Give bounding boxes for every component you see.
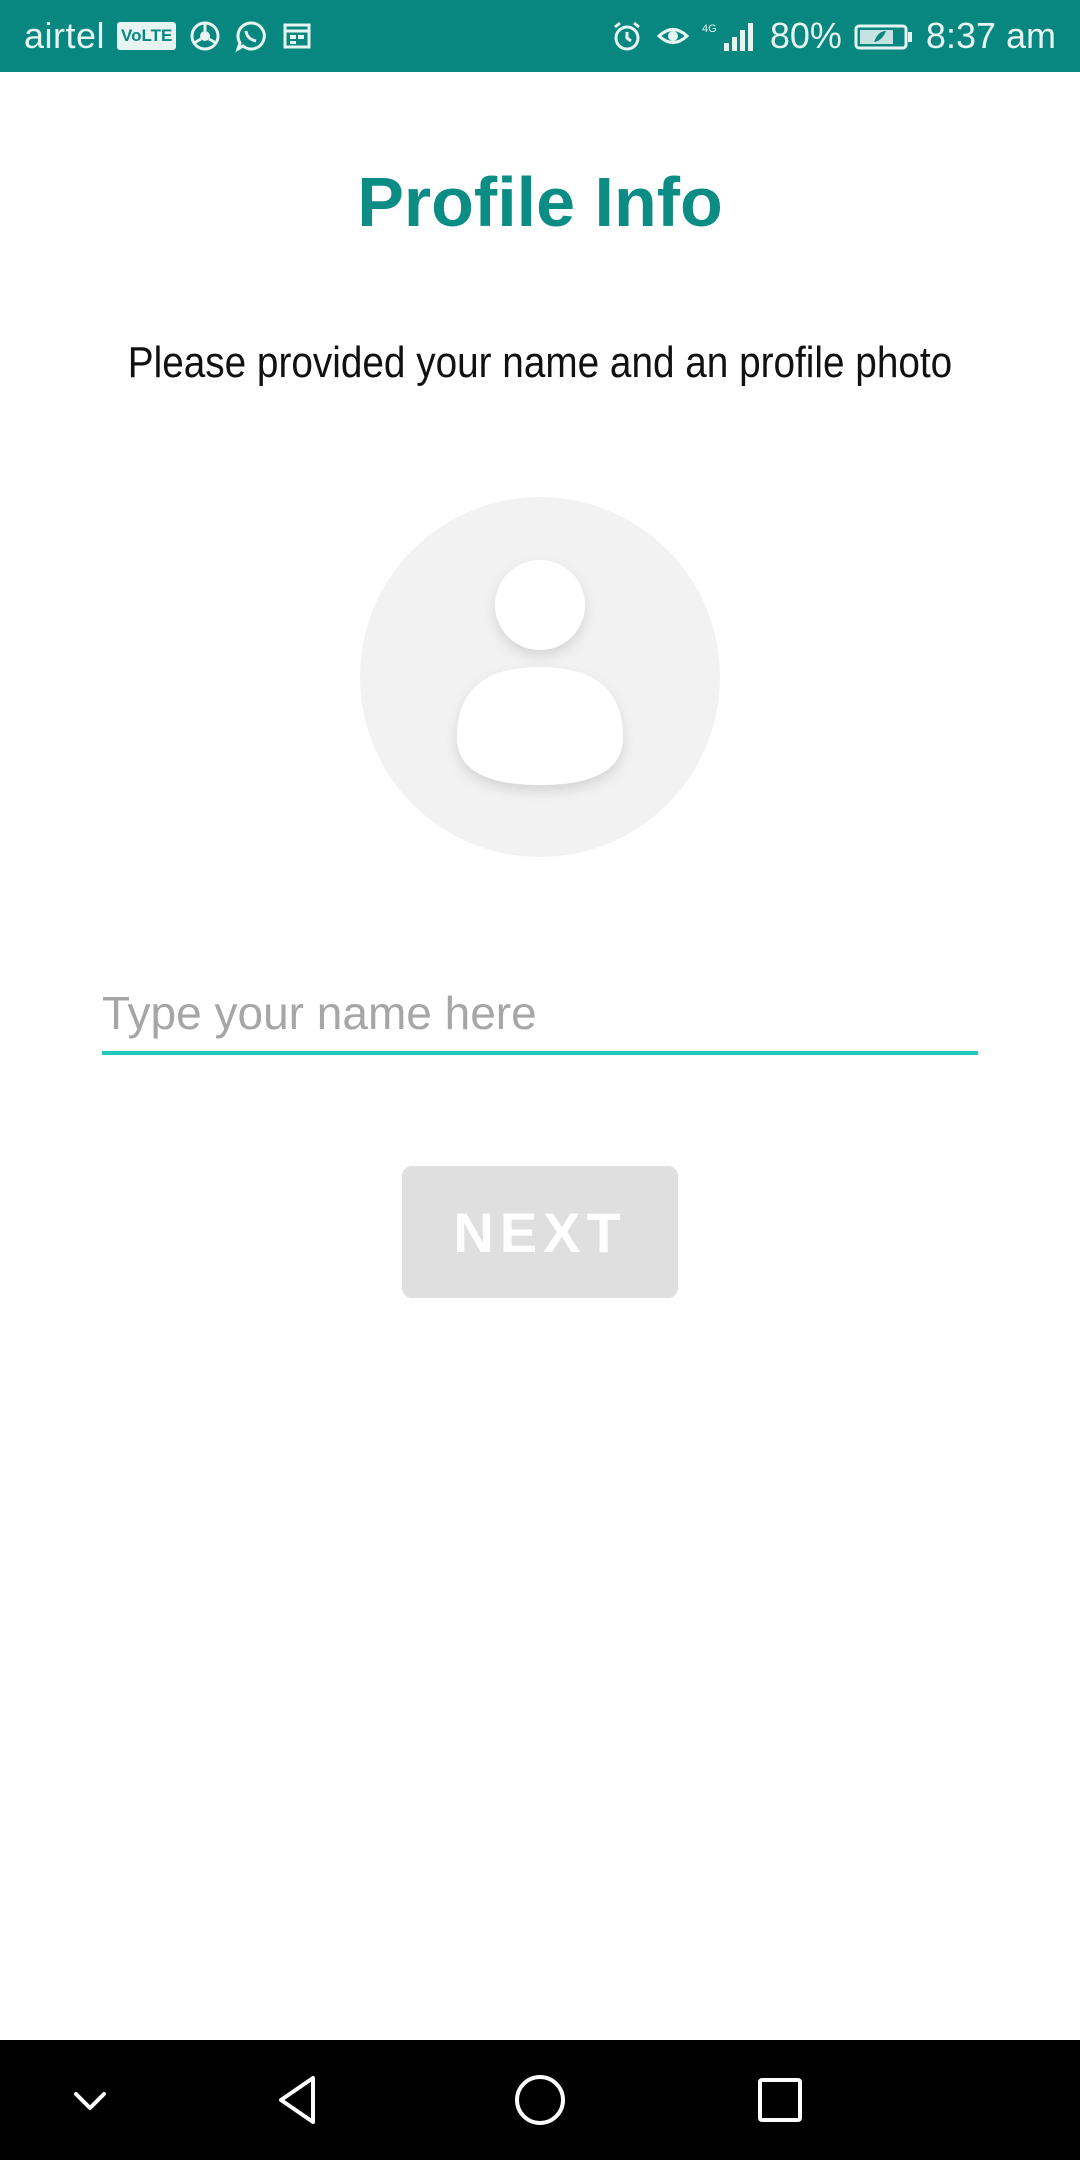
- back-icon[interactable]: [259, 2060, 339, 2140]
- eye-icon: [656, 19, 690, 53]
- alarm-icon: [610, 19, 644, 53]
- home-icon[interactable]: [500, 2060, 580, 2140]
- carrier-name: airtel: [24, 15, 106, 56]
- battery-percent: 80%: [769, 15, 842, 56]
- next-button[interactable]: NEXT: [402, 1166, 678, 1298]
- network-type-label: 4G: [702, 23, 717, 35]
- calendar-icon: [280, 19, 314, 53]
- chrome-icon: [188, 19, 222, 53]
- name-input[interactable]: [102, 975, 978, 1055]
- navigation-bar: [0, 2040, 1080, 2160]
- page-subtitle: Please provided your name and an profile…: [127, 338, 953, 387]
- whatsapp-icon: [234, 19, 268, 53]
- signal-icon: 4G: [702, 19, 758, 53]
- clock-time: 8:37 am: [925, 15, 1056, 56]
- profile-photo-picker[interactable]: [360, 497, 720, 857]
- status-bar: airtel VoLTE 4G 80% 8:37 am: [0, 0, 1080, 72]
- page-title: Profile Info: [357, 163, 723, 241]
- status-bar-right: 4G 80% 8:37 am: [610, 15, 1056, 57]
- status-bar-left: airtel VoLTE: [24, 15, 314, 57]
- battery-icon: [854, 19, 914, 53]
- person-icon: [457, 560, 623, 785]
- volte-icon: VoLTE: [117, 22, 177, 50]
- recents-icon[interactable]: [740, 2060, 820, 2140]
- chevron-down-icon[interactable]: [50, 2060, 130, 2140]
